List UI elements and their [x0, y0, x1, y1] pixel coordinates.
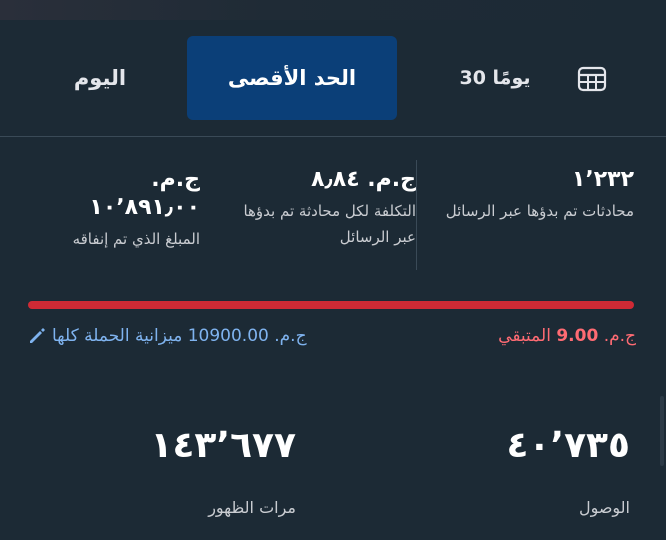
tab-today[interactable]: اليوم: [40, 36, 160, 120]
divider: [0, 136, 666, 137]
cost-label: التكلفة لكل محادثة تم بدؤها عبر الرسائل: [243, 202, 416, 246]
tab-30-days[interactable]: 30 يومًا: [440, 36, 550, 120]
campaign-budget-text: ج.م. 10900.00 ميزانية الحملة كلها: [52, 326, 307, 346]
campaign-budget-link[interactable]: ج.م. 10900.00 ميزانية الحملة كلها: [28, 326, 408, 346]
impressions-value: ١٤٣٬٦٧٧: [150, 425, 296, 466]
stat-separator: [416, 160, 417, 270]
budget-progress-bar: [28, 301, 634, 309]
stat-amount-spent[interactable]: ج.م. ١٠٬٨٩١٫٠٠ المبلغ الذي تم إنفاقه: [30, 166, 200, 252]
budget-remaining: ج.م. 9.00 المتبقي: [470, 326, 636, 346]
metric-reach[interactable]: ٤٠٬٧٣٥ الوصول: [460, 424, 630, 517]
stat-cost-per-conversation[interactable]: ج.م. ٨٫٨٤ التكلفة لكل محادثة تم بدؤها عب…: [236, 166, 416, 250]
conversations-label: محادثات تم بدؤها عبر الرسائل: [445, 202, 634, 220]
pencil-icon[interactable]: [28, 327, 46, 345]
conversations-value: ١٬٢٣٢: [571, 167, 634, 192]
date-range-tabs: اليوم الحد الأقصى 30 يومًا: [0, 36, 666, 120]
metric-impressions[interactable]: ١٤٣٬٦٧٧ مرات الظهور: [120, 424, 296, 517]
cost-value: ج.م. ٨٫٨٤: [311, 167, 416, 192]
stat-conversations[interactable]: ١٬٢٣٢ محادثات تم بدؤها عبر الرسائل: [444, 166, 634, 224]
spent-value: ١٠٬٨٩١٫٠٠: [89, 195, 200, 220]
tab-maximum[interactable]: الحد الأقصى: [187, 36, 397, 120]
remaining-amount: 9.00: [556, 326, 599, 346]
spent-label: المبلغ الذي تم إنفاقه: [72, 230, 200, 248]
scrollbar[interactable]: [660, 396, 664, 466]
calendar-icon[interactable]: [572, 62, 612, 96]
remaining-currency: ج.م.: [603, 326, 636, 346]
top-strip: [0, 0, 666, 20]
spent-currency: ج.م.: [151, 167, 200, 192]
impressions-label: مرات الظهور: [208, 498, 296, 517]
remaining-label: المتبقي: [498, 326, 551, 346]
reach-label: الوصول: [578, 498, 630, 517]
reach-value: ٤٠٬٧٣٥: [506, 425, 630, 466]
